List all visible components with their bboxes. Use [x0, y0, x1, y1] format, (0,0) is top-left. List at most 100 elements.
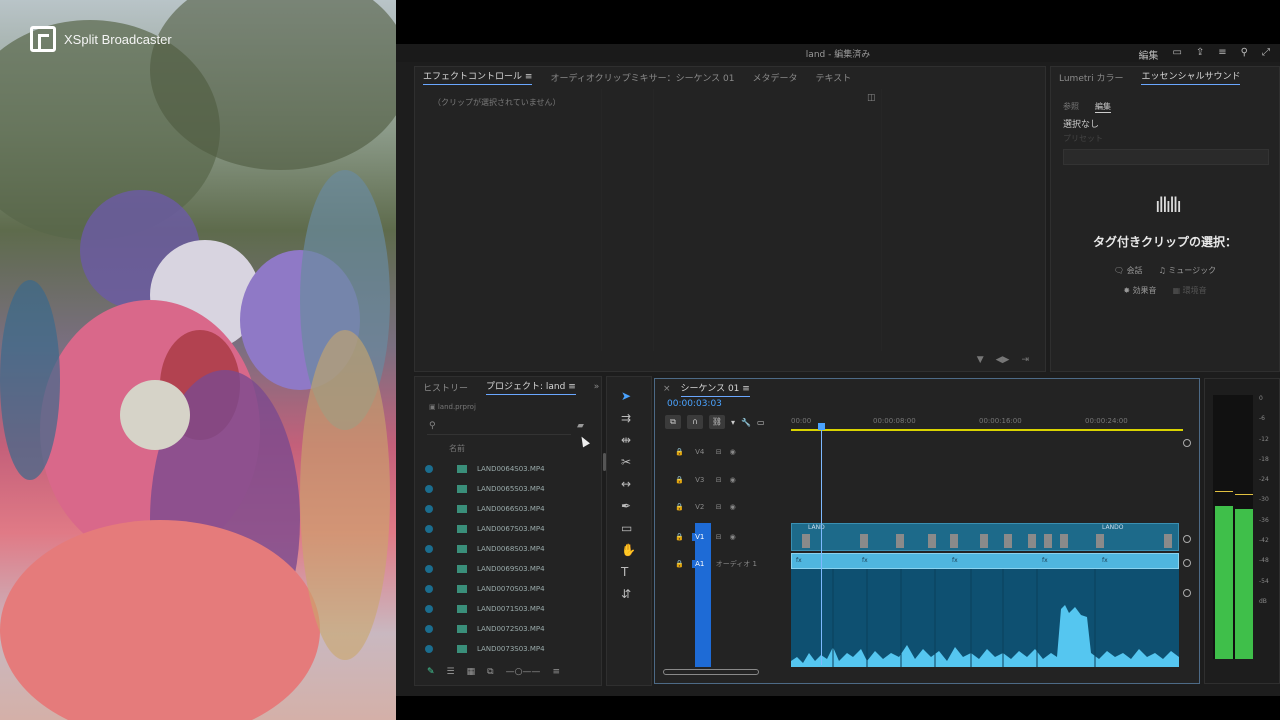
label-color-swatch: [425, 465, 433, 473]
fullscreen-icon[interactable]: ⤢: [1262, 47, 1270, 62]
track-select-tool-icon[interactable]: ⇉: [621, 411, 636, 425]
more-tools-icon[interactable]: ⇵: [621, 587, 636, 601]
toggle-timeline-view-icon[interactable]: ◫: [867, 93, 876, 103]
razor-tool-icon[interactable]: ✂: [621, 455, 636, 469]
list-item[interactable]: LAND0070S03.MP4: [425, 579, 585, 599]
list-item[interactable]: LAND0071S03.MP4: [425, 599, 585, 619]
list-item[interactable]: LAND0065S03.MP4: [425, 479, 585, 499]
eye-icon[interactable]: ◉: [730, 476, 736, 484]
hand-tool-icon[interactable]: ✋: [621, 543, 636, 557]
ripple-edit-tool-icon[interactable]: ⇹: [621, 433, 636, 447]
settings-icon[interactable]: 🔧: [741, 418, 751, 427]
slip-tool-icon[interactable]: ↔: [621, 477, 636, 491]
list-view-icon[interactable]: ☰: [447, 667, 455, 677]
no-selection-label: 選択なし: [1063, 120, 1100, 130]
snap-icon[interactable]: ∩: [687, 415, 703, 429]
music-button[interactable]: ♫ ミュージック: [1159, 265, 1217, 276]
add-marker-icon[interactable]: ▾: [731, 418, 735, 427]
menu-icon[interactable]: ≡: [1218, 47, 1226, 62]
sync-icon[interactable]: ⊟: [716, 533, 722, 541]
sync-icon[interactable]: ⊟: [716, 448, 722, 456]
pen-tool-icon[interactable]: ✒: [621, 499, 636, 513]
clip-icon: [457, 585, 467, 593]
clip-name: LAND0070S03.MP4: [477, 585, 545, 593]
work-area-bar[interactable]: [791, 429, 1183, 431]
rectangle-tool-icon[interactable]: ▭: [621, 521, 636, 535]
subtab-edit[interactable]: 編集: [1095, 101, 1111, 113]
eye-icon[interactable]: ◉: [730, 533, 736, 541]
linked-selection-icon[interactable]: ⛓: [709, 415, 725, 429]
meter-bar-left: [1215, 505, 1233, 659]
new-bin-icon[interactable]: ▰: [577, 421, 584, 431]
tab-sequence[interactable]: シーケンス 01 ≡: [680, 381, 750, 397]
audio-clips[interactable]: fx fx fx fx fx: [791, 553, 1179, 569]
lock-icon[interactable]: 🔒: [675, 448, 684, 456]
panel-overflow-icon[interactable]: »: [594, 382, 600, 392]
sync-icon[interactable]: ⊟: [716, 476, 722, 484]
timecode[interactable]: 00:00:03:03: [667, 399, 722, 409]
filter-icon[interactable]: ▼: [977, 355, 984, 365]
list-item[interactable]: LAND0073S03.MP4: [425, 639, 585, 659]
zoom-slider[interactable]: —○——: [506, 667, 541, 677]
freeform-view-icon[interactable]: ⧉: [487, 667, 493, 677]
track-v3[interactable]: 🔒 V3 ⊟ ◉: [675, 473, 785, 487]
selection-tool-icon[interactable]: ➤: [621, 389, 636, 403]
ambience-button[interactable]: ▦ 環境音: [1173, 285, 1207, 296]
timeline-vertical-scrollbar[interactable]: [1183, 439, 1191, 679]
lock-icon[interactable]: 🔒: [675, 560, 684, 568]
search-icon[interactable]: ⚲: [1241, 47, 1248, 62]
label-color-swatch: [425, 545, 433, 553]
tab-history[interactable]: ヒストリー: [423, 381, 468, 394]
ruler-label: 00:00:24:00: [1085, 417, 1128, 425]
dialogue-button[interactable]: 🗨 会話: [1114, 265, 1143, 276]
list-item[interactable]: LAND0072S03.MP4: [425, 619, 585, 639]
list-item[interactable]: LAND0064S03.MP4: [425, 459, 585, 479]
captions-icon[interactable]: ▭: [757, 418, 765, 427]
track-v1[interactable]: 🔒 V1 ⊟ ◉: [675, 530, 785, 544]
preset-dropdown[interactable]: [1063, 149, 1269, 165]
icon-view-icon[interactable]: ▦: [467, 667, 476, 677]
lock-icon[interactable]: 🔒: [675, 503, 684, 511]
export-icon[interactable]: ⇪: [1196, 47, 1204, 62]
list-item[interactable]: LAND0069S03.MP4: [425, 559, 585, 579]
pencil-icon[interactable]: ✎: [427, 667, 435, 677]
sync-icon[interactable]: ⊟: [716, 503, 722, 511]
panel-icon[interactable]: ▭: [1172, 47, 1181, 62]
tab-text[interactable]: テキスト: [816, 71, 852, 84]
tab-lumetri-color[interactable]: Lumetri カラー: [1059, 71, 1123, 84]
list-item[interactable]: LAND0068S03.MP4: [425, 539, 585, 559]
eye-icon[interactable]: ◉: [730, 448, 736, 456]
audio-waveform-icon: ıllıllı: [1155, 193, 1182, 217]
play-only-audio-icon[interactable]: ◀▶: [996, 355, 1010, 365]
column-header-name[interactable]: 名前: [449, 443, 465, 454]
eye-icon[interactable]: ◉: [730, 503, 736, 511]
workspace-edit-icon[interactable]: 編集: [1138, 47, 1158, 62]
list-item[interactable]: LAND0066S03.MP4: [425, 499, 585, 519]
playhead[interactable]: [818, 423, 825, 665]
timeline-horizontal-scrollbar[interactable]: [663, 669, 759, 675]
tab-audio-clip-mixer[interactable]: オーディオクリップミキサー：シーケンス 01: [550, 71, 734, 84]
track-v4[interactable]: 🔒 V4 ⊟ ◉: [675, 445, 785, 459]
lock-icon[interactable]: 🔒: [675, 476, 684, 484]
lock-icon[interactable]: 🔒: [675, 533, 684, 541]
project-search-input[interactable]: ⚲: [427, 421, 571, 435]
sort-icon[interactable]: ≡: [552, 667, 560, 677]
track-a1[interactable]: 🔒 A1 オーディオ 1: [675, 557, 795, 571]
a1-target[interactable]: [695, 523, 711, 667]
subtab-browse[interactable]: 参照: [1063, 101, 1079, 113]
sfx-button[interactable]: ✸ 効果音: [1123, 285, 1156, 296]
type-tool-icon[interactable]: T: [621, 565, 636, 579]
insert-sequence-icon[interactable]: ⧉: [665, 415, 681, 429]
label-color-swatch: [425, 625, 433, 633]
video-clips[interactable]: LAND LANDO: [791, 523, 1179, 551]
tab-project[interactable]: プロジェクト: land ≡: [486, 379, 576, 395]
export-frame-icon[interactable]: ⇥: [1021, 355, 1029, 365]
tab-effect-controls[interactable]: エフェクトコントロール ≡: [423, 69, 533, 85]
list-item[interactable]: LAND0067S03.MP4: [425, 519, 585, 539]
track-v2[interactable]: 🔒 V2 ⊟ ◉: [675, 500, 785, 514]
tab-metadata[interactable]: メタデータ: [753, 71, 798, 84]
close-icon[interactable]: ×: [663, 384, 671, 394]
xsplit-brand: XSplit Broadcaster: [64, 31, 172, 47]
tab-essential-sound[interactable]: エッセンシャルサウンド: [1141, 69, 1241, 85]
time-ruler[interactable]: 00:00 00:00:08:00 00:00:16:00 00:00:24:0…: [791, 417, 1183, 431]
